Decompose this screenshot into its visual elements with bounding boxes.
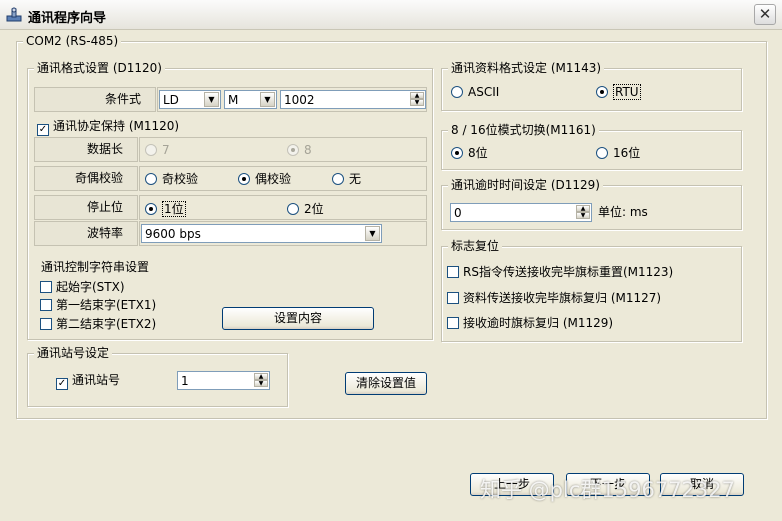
flag-reset-m1127-checkbox[interactable]: 资料传送接收完毕旗标复归 (M1127)	[447, 291, 661, 305]
data-length-row	[139, 137, 427, 162]
flag-reset-m1123-label: RS指令传送接收完毕旗标重置(M1123)	[463, 265, 674, 279]
stop-bit-label: 停止位	[34, 195, 138, 220]
timeout-spinner[interactable]: ▲ ▼	[576, 205, 590, 220]
radio-icon	[596, 147, 608, 159]
set-content-button[interactable]: 设置内容	[222, 307, 374, 330]
parity-odd-label: 奇校验	[162, 172, 199, 186]
check-icon: ✓	[37, 124, 49, 136]
com-group-title: COM2 (RS-485)	[23, 34, 122, 48]
ascii-label: ASCII	[468, 85, 500, 99]
stop-bit-2-radio[interactable]: 2位	[287, 202, 324, 216]
window-title: 通讯程序向导	[28, 11, 107, 26]
watermark: 知乎 @plc群1596772327	[480, 478, 735, 502]
timeout-input[interactable]: 0 ▲ ▼	[450, 203, 592, 222]
station-title: 通讯站号设定	[34, 346, 113, 360]
station-spinner[interactable]: ▲ ▼	[254, 373, 268, 388]
clear-settings-button[interactable]: 清除设置值	[345, 372, 427, 395]
data-length-7-label: 7	[162, 143, 170, 157]
data-length-8-radio: 8	[287, 143, 312, 157]
data-length-7-radio: 7	[145, 143, 170, 157]
station-label: 通讯站号	[72, 373, 121, 387]
title-bar: 通讯程序向导 ✕	[0, 0, 782, 30]
parity-none-radio[interactable]: 无	[332, 172, 361, 186]
etx1-checkbox[interactable]: 第一结束字(ETX1)	[40, 298, 156, 312]
condition-combo-2[interactable]: M ▼	[224, 90, 277, 109]
etx1-label: 第一结束字(ETX1)	[56, 298, 157, 312]
parity-none-label: 无	[349, 172, 362, 186]
flag-reset-m1123-checkbox[interactable]: RS指令传送接收完毕旗标重置(M1123)	[447, 265, 673, 279]
baud-value: 9600 bps	[145, 227, 201, 241]
app-icon	[6, 7, 22, 22]
condition-combo-1[interactable]: LD ▼	[159, 90, 221, 109]
condition-spinner[interactable]: ▲ ▼	[410, 92, 424, 107]
stop-bit-2-label: 2位	[304, 202, 324, 216]
timeout-title: 通讯逾时时间设定 (D1129)	[448, 178, 603, 192]
bit8-label: 8位	[468, 146, 488, 160]
bit-mode-title: 8 / 16位模式切换(M1161)	[448, 123, 599, 137]
stop-bit-1-label: 1位	[162, 201, 186, 217]
station-value: 1	[181, 374, 189, 388]
flag-reset-title: 标志复位	[448, 239, 503, 253]
parity-label: 奇偶校验	[34, 166, 138, 191]
radio-icon	[145, 173, 157, 185]
rtu-radio[interactable]: RTU	[596, 84, 641, 100]
parity-odd-radio[interactable]: 奇校验	[145, 172, 198, 186]
control-chars-title: 通讯控制字符串设置	[38, 260, 153, 274]
close-button[interactable]: ✕	[754, 4, 776, 25]
etx2-checkbox[interactable]: 第二结束字(ETX2)	[40, 317, 156, 331]
radio-icon	[451, 147, 463, 159]
data-length-8-label: 8	[304, 143, 312, 157]
parity-even-label: 偶校验	[255, 172, 292, 186]
baud-label: 波特率	[34, 221, 138, 246]
protocol-hold-label: 通讯协定保持 (M1120)	[53, 119, 180, 133]
radio-icon	[332, 173, 344, 185]
timeout-unit: 单位: ms	[598, 205, 648, 219]
bit8-radio[interactable]: 8位	[451, 146, 488, 160]
rtu-label: RTU	[613, 84, 641, 100]
chevron-down-icon[interactable]: ▼	[260, 92, 275, 107]
bit16-label: 16位	[613, 146, 641, 160]
bit16-radio[interactable]: 16位	[596, 146, 640, 160]
flag-reset-m1127-label: 资料传送接收完毕旗标复归 (M1127)	[463, 291, 662, 305]
protocol-hold-checkbox[interactable]: ✓ 通讯协定保持 (M1120)	[37, 119, 179, 136]
data-length-label: 数据长	[34, 137, 138, 162]
flag-reset-m1129-checkbox[interactable]: 接收逾时旗标复归 (M1129)	[447, 316, 613, 330]
chevron-down-icon[interactable]: ▼	[365, 226, 380, 241]
parity-even-radio[interactable]: 偶校验	[238, 172, 291, 186]
stx-checkbox[interactable]: 起始字(STX)	[40, 280, 125, 294]
condition-combo-2-value: M	[228, 93, 239, 107]
radio-icon	[287, 203, 299, 215]
station-checkbox[interactable]: ✓ 通讯站号	[56, 373, 120, 390]
station-input[interactable]: 1 ▲ ▼	[177, 371, 270, 390]
stop-bit-1-radio[interactable]: 1位	[145, 201, 186, 217]
check-icon: ✓	[56, 378, 68, 390]
radio-icon	[145, 144, 157, 156]
condition-value-input[interactable]: 1002 ▲ ▼	[280, 90, 426, 109]
timeout-value: 0	[454, 206, 462, 220]
radio-icon	[145, 203, 157, 215]
etx2-label: 第二结束字(ETX2)	[56, 317, 157, 331]
radio-icon	[451, 86, 463, 98]
radio-icon	[238, 173, 250, 185]
radio-icon	[287, 144, 299, 156]
radio-icon	[596, 86, 608, 98]
chevron-down-icon[interactable]: ▼	[204, 92, 219, 107]
data-format-title: 通讯资料格式设定 (M1143)	[448, 61, 605, 75]
condition-combo-1-value: LD	[163, 93, 179, 107]
baud-combo[interactable]: 9600 bps ▼	[141, 224, 382, 243]
comm-format-title: 通讯格式设置 (D1120)	[34, 61, 165, 75]
stx-label: 起始字(STX)	[56, 280, 125, 294]
flag-reset-m1129-label: 接收逾时旗标复归 (M1129)	[463, 316, 614, 330]
condition-label: 条件式	[34, 87, 156, 112]
condition-value: 1002	[284, 93, 315, 107]
ascii-radio[interactable]: ASCII	[451, 85, 499, 99]
